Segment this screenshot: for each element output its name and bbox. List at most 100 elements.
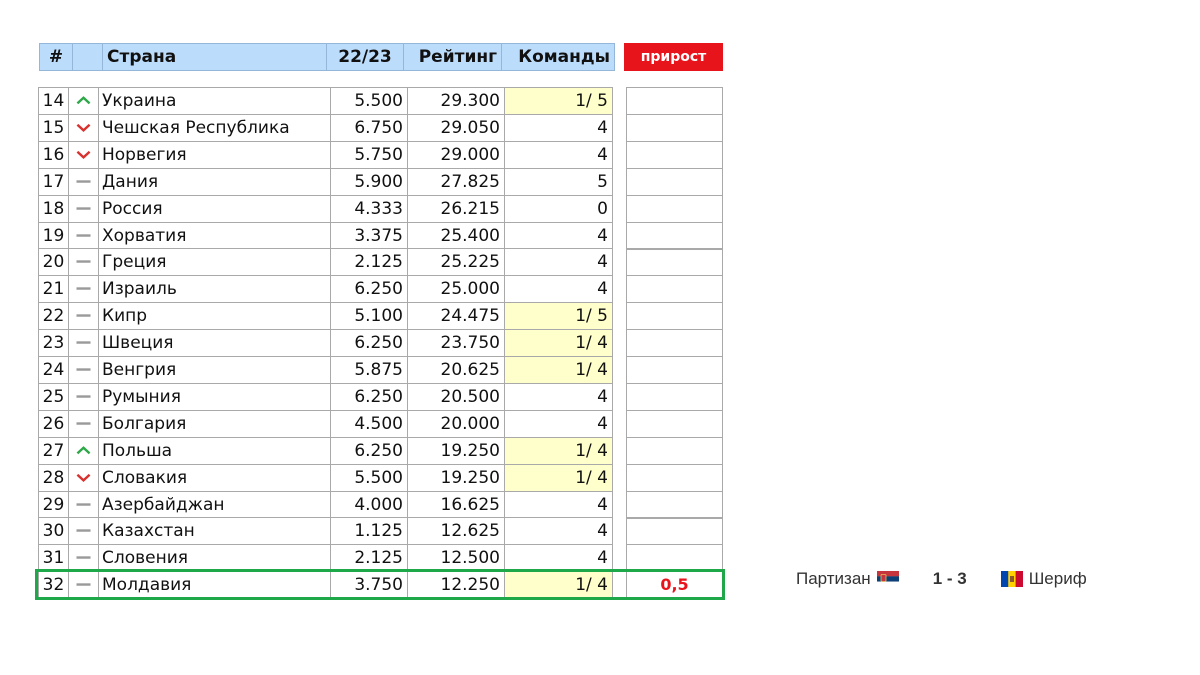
row-season: 4.000 — [330, 491, 408, 519]
row-trend-cell — [68, 275, 99, 303]
row-teams: 4 — [504, 491, 613, 519]
trend-flat-icon — [76, 556, 91, 559]
table-row: 14 Украина 5.500 29.300 1/ 5 — [38, 87, 613, 115]
trend-flat-icon — [76, 287, 91, 290]
table-row: 27 Польша 6.250 19.250 1/ 4 — [38, 437, 613, 465]
trend-down-icon — [76, 123, 91, 132]
row-rating: 20.500 — [407, 383, 505, 411]
row-country: Венгрия — [98, 356, 331, 384]
row-growth-cell — [626, 437, 723, 465]
table-row: 20 Греция 2.125 25.225 4 — [38, 248, 613, 276]
row-season: 6.250 — [330, 437, 408, 465]
row-growth-cell — [626, 544, 723, 572]
row-growth-cell — [626, 464, 723, 492]
row-season: 4.333 — [330, 195, 408, 223]
row-teams: 4 — [504, 141, 613, 169]
row-trend-cell — [68, 114, 99, 142]
header-trend — [72, 43, 103, 71]
trend-flat-icon — [76, 422, 91, 425]
row-position: 25 — [38, 383, 69, 411]
table-row: 28 Словакия 5.500 19.250 1/ 4 — [38, 464, 613, 492]
row-country: Норвегия — [98, 141, 331, 169]
row-trend-cell — [68, 302, 99, 330]
row-growth-cell — [626, 141, 723, 169]
row-country: Румыния — [98, 383, 331, 411]
row-position: 17 — [38, 168, 69, 196]
row-teams: 4 — [504, 222, 613, 250]
match-score: 1 - 3 — [932, 569, 967, 588]
row-season: 2.125 — [330, 248, 408, 276]
row-growth-cell — [626, 383, 723, 411]
row-position: 27 — [38, 437, 69, 465]
row-trend-cell — [68, 222, 99, 250]
row-season: 5.900 — [330, 168, 408, 196]
table-row: 22 Кипр 5.100 24.475 1/ 5 — [38, 302, 613, 330]
trend-flat-icon — [76, 368, 91, 371]
table-row: 26 Болгария 4.500 20.000 4 — [38, 410, 613, 438]
row-rating: 29.300 — [407, 87, 505, 115]
row-trend-cell — [68, 141, 99, 169]
row-season: 1.125 — [330, 517, 408, 545]
row-teams: 4 — [504, 275, 613, 303]
trend-flat-icon — [76, 180, 91, 183]
table-header: # Страна 22/23 Рейтинг Команды — [39, 43, 616, 71]
row-rating: 25.400 — [407, 222, 505, 250]
trend-flat-icon — [76, 207, 91, 210]
row-trend-cell — [68, 544, 99, 572]
row-position: 30 — [38, 517, 69, 545]
row-position: 24 — [38, 356, 69, 384]
row-country: Словения — [98, 544, 331, 572]
header-teams: Команды — [501, 43, 615, 71]
row-growth-cell — [626, 275, 723, 303]
row-season: 6.250 — [330, 275, 408, 303]
row-country: Словакия — [98, 464, 331, 492]
row-position: 15 — [38, 114, 69, 142]
row-trend-cell — [68, 437, 99, 465]
trend-flat-icon — [76, 395, 91, 398]
match-result: Партизан 1 - 3 Шериф — [796, 568, 1087, 590]
row-growth-cell — [626, 114, 723, 142]
row-trend-cell — [68, 491, 99, 519]
row-country: Болгария — [98, 410, 331, 438]
row-position: 22 — [38, 302, 69, 330]
row-teams: 5 — [504, 168, 613, 196]
row-growth-cell — [626, 356, 723, 384]
row-growth-cell — [626, 410, 723, 438]
row-season: 5.875 — [330, 356, 408, 384]
row-position: 31 — [38, 544, 69, 572]
trend-flat-icon — [76, 529, 91, 532]
row-position: 14 — [38, 87, 69, 115]
row-trend-cell — [68, 248, 99, 276]
row-season: 6.750 — [330, 114, 408, 142]
header-num: # — [39, 43, 73, 71]
row-country: Греция — [98, 248, 331, 276]
row-position: 20 — [38, 248, 69, 276]
row-growth-cell — [626, 248, 723, 276]
row-rating: 12.500 — [407, 544, 505, 572]
row-position: 28 — [38, 464, 69, 492]
row-rating: 26.215 — [407, 195, 505, 223]
growth-value: 0,5 — [660, 575, 689, 594]
row-season: 4.500 — [330, 410, 408, 438]
row-country: Дания — [98, 168, 331, 196]
row-season: 5.500 — [330, 87, 408, 115]
row-rating: 19.250 — [407, 437, 505, 465]
selected-row-highlight — [35, 569, 725, 600]
header-season: 22/23 — [326, 43, 404, 71]
table-row: 23 Швеция 6.250 23.750 1/ 4 — [38, 329, 613, 357]
row-trend-cell — [68, 383, 99, 411]
row-rating: 12.625 — [407, 517, 505, 545]
row-season: 5.100 — [330, 302, 408, 330]
moldova-flag-icon — [1000, 571, 1023, 587]
row-teams: 1/ 5 — [504, 302, 613, 330]
row-position: 23 — [38, 329, 69, 357]
row-trend-cell — [68, 464, 99, 492]
row-country: Польша — [98, 437, 331, 465]
row-growth-cell — [626, 329, 723, 357]
row-teams: 1/ 4 — [504, 437, 613, 465]
row-teams: 0 — [504, 195, 613, 223]
header-rating: Рейтинг — [403, 43, 502, 71]
header-growth: прирост — [624, 43, 723, 71]
row-position: 18 — [38, 195, 69, 223]
row-trend-cell — [68, 168, 99, 196]
